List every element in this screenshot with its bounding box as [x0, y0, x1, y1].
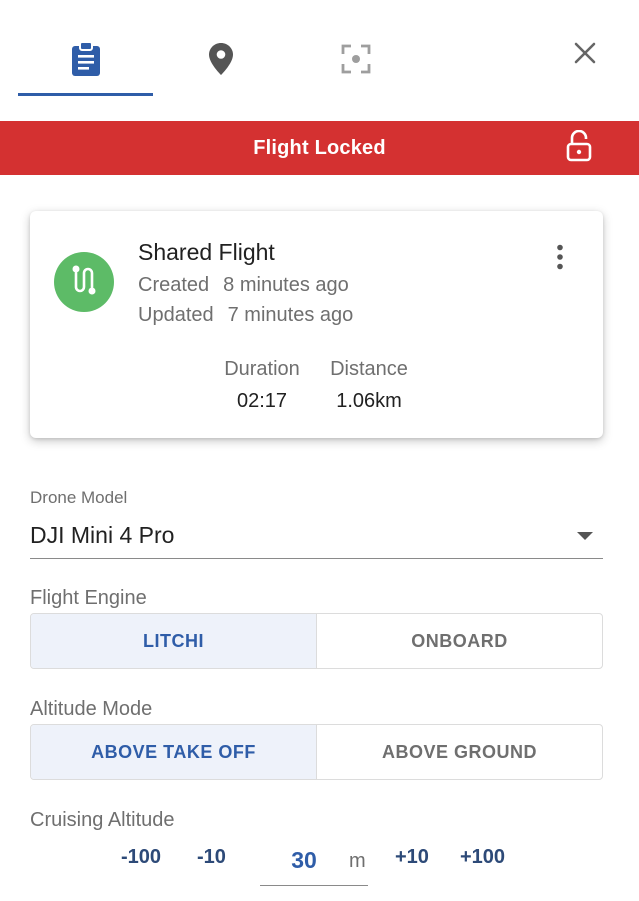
- altitude-plus-100-button[interactable]: +100: [460, 846, 505, 869]
- updated-row: Updated 7 minutes ago: [138, 304, 353, 327]
- duration-label: Duration: [224, 358, 300, 380]
- tab-map[interactable]: [153, 26, 288, 96]
- updated-value: 7 minutes ago: [227, 304, 354, 326]
- duration-stat: Duration 02:17: [218, 358, 306, 413]
- altitude-option-above-take-off[interactable]: ABOVE TAKE OFF: [31, 725, 316, 779]
- altitude-unit: m: [349, 850, 366, 872]
- drone-model-select[interactable]: DJI Mini 4 Pro: [30, 514, 603, 559]
- more-options-button[interactable]: [545, 241, 575, 277]
- map-pin-icon: [208, 42, 233, 80]
- drone-model-label: Drone Model: [30, 488, 128, 507]
- tab-flight-details[interactable]: [18, 26, 153, 96]
- flight-engine-toggle: LITCHI ONBOARD: [30, 613, 603, 669]
- active-tab-indicator: [18, 93, 153, 96]
- flight-engine-label: Flight Engine: [30, 587, 147, 609]
- unlock-button[interactable]: [562, 129, 596, 167]
- updated-label: Updated: [138, 304, 214, 326]
- route-icon: [69, 263, 99, 302]
- close-button[interactable]: [565, 35, 605, 75]
- altitude-option-above-ground[interactable]: ABOVE GROUND: [316, 725, 602, 779]
- flight-locked-banner: Flight Locked: [0, 121, 639, 175]
- flight-title: Shared Flight: [138, 239, 275, 265]
- duration-value: 02:17: [236, 390, 288, 412]
- flight-summary-card: Shared Flight Created 8 minutes ago Updat…: [30, 211, 603, 438]
- altitude-mode-label: Altitude Mode: [30, 698, 153, 720]
- altitude-mode-toggle: ABOVE TAKE OFF ABOVE GROUND: [30, 724, 603, 780]
- banner-text: Flight Locked: [253, 136, 386, 159]
- focus-target-icon: [341, 44, 371, 79]
- cruising-altitude-input[interactable]: 30 m: [260, 838, 368, 886]
- altitude-minus-100-button[interactable]: -100: [121, 846, 161, 869]
- close-icon: [573, 41, 597, 70]
- altitude-minus-10-button[interactable]: -10: [197, 846, 226, 869]
- created-label: Created: [138, 274, 210, 296]
- created-value: 8 minutes ago: [223, 274, 349, 296]
- distance-value: 1.06km: [336, 390, 402, 412]
- engine-option-onboard[interactable]: ONBOARD: [316, 614, 602, 668]
- avatar: [54, 252, 114, 312]
- altitude-plus-10-button[interactable]: +10: [395, 846, 429, 869]
- distance-stat: Distance 1.06km: [324, 358, 414, 413]
- cruising-altitude-label: Cruising Altitude: [30, 809, 175, 831]
- created-row: Created 8 minutes ago: [138, 274, 349, 297]
- tab-camera[interactable]: [288, 26, 423, 96]
- lock-open-icon: [566, 129, 592, 167]
- dropdown-caret-icon: [577, 532, 593, 540]
- drone-model-value: DJI Mini 4 Pro: [30, 522, 175, 548]
- altitude-value: 30: [291, 847, 317, 873]
- distance-label: Distance: [330, 358, 408, 380]
- clipboard-icon: [71, 40, 101, 81]
- engine-option-litchi[interactable]: LITCHI: [31, 614, 316, 668]
- top-tab-bar: [0, 0, 639, 121]
- more-vertical-icon: [556, 244, 564, 275]
